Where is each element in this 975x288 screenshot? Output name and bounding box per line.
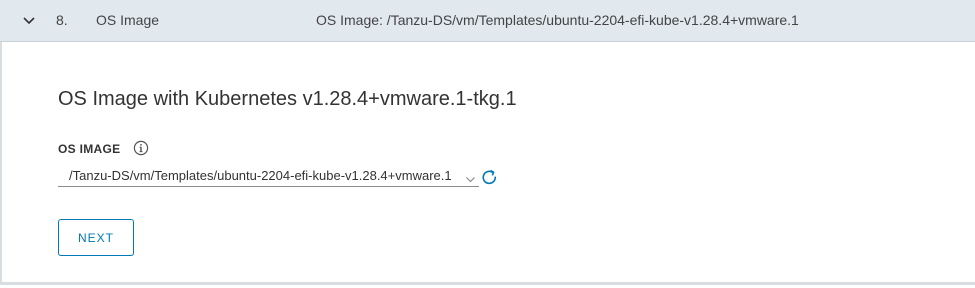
step-summary: OS Image: /Tanzu-DS/vm/Templates/ubuntu-… [316,12,799,28]
content-heading: OS Image with Kubernetes v1.28.4+vmware.… [58,88,517,110]
panel-left-border [0,42,2,282]
os-image-select[interactable]: /Tanzu-DS/vm/Templates/ubuntu-2204-efi-k… [58,165,479,187]
refresh-icon[interactable] [480,168,499,187]
info-icon[interactable] [133,140,149,156]
step-title: OS Image [96,12,160,28]
os-image-select-value: /Tanzu-DS/vm/Templates/ubuntu-2204-efi-k… [69,168,452,183]
os-image-label: OS IMAGE [58,142,121,156]
chevron-down-icon[interactable] [18,10,40,32]
next-button[interactable]: NEXT [58,219,134,256]
step-number: 8. [56,12,68,28]
chevron-down-icon [465,171,476,183]
panel-bottom-border [0,282,975,285]
step-header[interactable]: 8. OS Image OS Image: /Tanzu-DS/vm/Templ… [0,0,975,42]
